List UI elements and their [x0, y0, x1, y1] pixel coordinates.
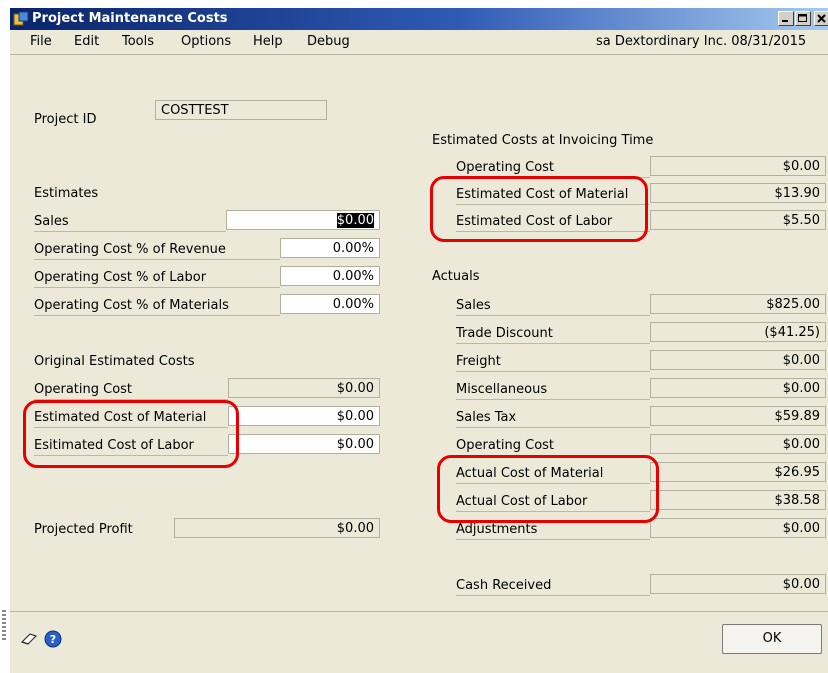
actuals-miscellaneous-value: $0.00: [650, 378, 826, 398]
project-id-label: Project ID: [34, 112, 97, 127]
left-frame: [0, 0, 10, 673]
actuals-adjustments-value: $0.00: [650, 518, 826, 538]
actuals-cost-material-value: $26.95: [650, 462, 826, 482]
highlight-original-costs: [23, 400, 239, 468]
invoicing-operating-cost-value: $0.00: [650, 156, 826, 176]
minimize-button[interactable]: [778, 11, 794, 26]
menu-bar: File Edit Tools Options Help Debug sa De…: [10, 30, 828, 55]
cash-received-value: $0.00: [650, 574, 826, 594]
app-icon: [13, 11, 29, 26]
opcost-pct-revenue-input[interactable]: 0.00%: [280, 238, 380, 258]
original-estimated-costs-heading: Original Estimated Costs: [34, 354, 195, 369]
menu-debug[interactable]: Debug: [307, 34, 350, 49]
actuals-sales-tax-label: Sales Tax: [456, 409, 650, 428]
estimates-sales-input[interactable]: $0.00: [226, 210, 380, 230]
actuals-trade-discount-value: ($41.25): [650, 322, 826, 342]
actuals-sales-label: Sales: [456, 297, 650, 316]
help-icon[interactable]: ?: [44, 630, 62, 648]
original-cost-material-input[interactable]: $0.00: [228, 406, 380, 426]
menu-file[interactable]: File: [30, 34, 52, 49]
project-id-field[interactable]: COSTTEST: [155, 100, 327, 120]
ok-button[interactable]: OK: [722, 624, 822, 654]
original-cost-labor-input[interactable]: $0.00: [228, 434, 380, 454]
invoicing-cost-labor-value: $5.50: [650, 210, 826, 230]
estimates-heading: Estimates: [34, 186, 99, 201]
invoicing-heading: Estimated Costs at Invoicing Time: [432, 133, 654, 148]
menu-edit[interactable]: Edit: [74, 34, 99, 49]
project-maintenance-costs-window: Project Maintenance Costs File Edit Tool…: [10, 8, 828, 673]
actuals-trade-discount-label: Trade Discount: [456, 325, 650, 344]
estimates-sales-value: $0.00: [336, 213, 374, 228]
minimize-icon: [782, 20, 788, 22]
close-button[interactable]: [814, 11, 828, 26]
opcost-pct-labor-input[interactable]: 0.00%: [280, 266, 380, 286]
actuals-operating-cost-value: $0.00: [650, 434, 826, 454]
cash-received-label: Cash Received: [456, 577, 650, 596]
bottom-divider: [10, 611, 828, 612]
estimates-sales-label: Sales: [34, 213, 226, 232]
projected-profit-value: $0.00: [174, 518, 380, 538]
maximize-icon: [798, 14, 807, 22]
title-bar[interactable]: Project Maintenance Costs: [10, 8, 828, 30]
menu-help[interactable]: Help: [253, 34, 283, 49]
original-operating-cost-label: Operating Cost: [34, 381, 228, 400]
user-company-date: sa Dextordinary Inc. 08/31/2015: [596, 34, 807, 49]
actuals-freight-value: $0.00: [650, 350, 826, 370]
highlight-invoicing-costs: [430, 176, 648, 242]
maximize-button[interactable]: [795, 11, 811, 26]
note-icon[interactable]: [20, 630, 38, 648]
actuals-sales-value: $825.00: [650, 294, 826, 314]
original-operating-cost-value: $0.00: [228, 378, 380, 398]
opcost-pct-materials-input[interactable]: 0.00%: [280, 294, 380, 314]
actuals-operating-cost-label: Operating Cost: [456, 437, 650, 456]
opcost-pct-revenue-label: Operating Cost % of Revenue: [34, 241, 280, 260]
actuals-sales-tax-value: $59.89: [650, 406, 826, 426]
actuals-freight-label: Freight: [456, 353, 650, 372]
invoicing-cost-material-value: $13.90: [650, 183, 826, 203]
highlight-actual-costs: [437, 455, 659, 523]
svg-text:?: ?: [50, 633, 56, 646]
menu-options[interactable]: Options: [181, 34, 231, 49]
resize-grip[interactable]: [2, 610, 6, 640]
opcost-pct-materials-label: Operating Cost % of Materials: [34, 297, 280, 316]
actuals-adjustments-label: Adjustments: [456, 521, 650, 540]
actuals-miscellaneous-label: Miscellaneous: [456, 381, 650, 400]
menu-tools[interactable]: Tools: [122, 34, 154, 49]
close-icon: [817, 14, 826, 23]
opcost-pct-labor-label: Operating Cost % of Labor: [34, 269, 280, 288]
window-title: Project Maintenance Costs: [32, 11, 228, 26]
actuals-cost-labor-value: $38.58: [650, 490, 826, 510]
projected-profit-label: Projected Profit: [34, 522, 133, 537]
actuals-heading: Actuals: [432, 269, 480, 284]
